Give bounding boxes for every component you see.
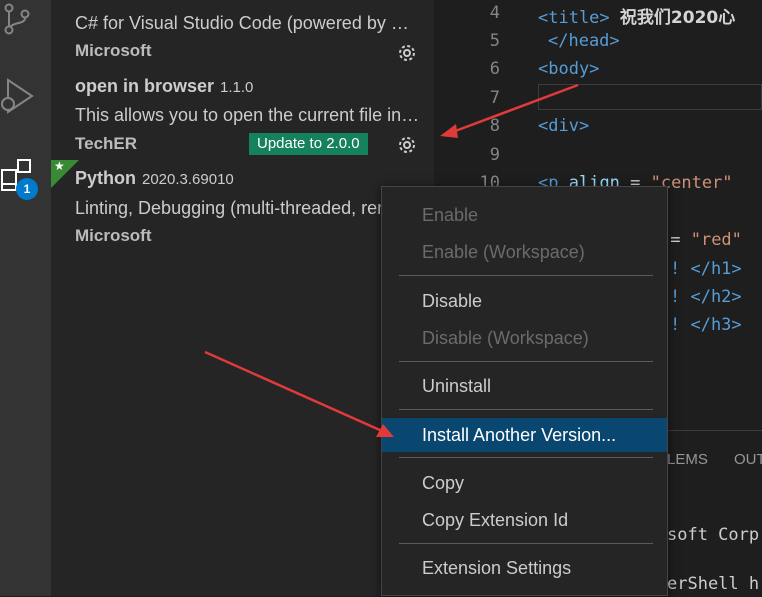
extension-description: This allows you to open the current file… [75, 105, 420, 125]
tab-output[interactable]: OUT [734, 451, 762, 468]
line-number: 7 [489, 88, 500, 108]
code-line: = "red" [660, 230, 742, 250]
tab-problems[interactable]: LEMS [667, 451, 708, 468]
code-line: <div> [538, 116, 590, 136]
code-line: </head> [548, 31, 620, 51]
extension-name-text: open in browser [75, 76, 215, 96]
extension-item-open-in-browser[interactable]: open in browser 1.1.0 This allows you to … [51, 76, 434, 168]
extension-description: Linting, Debugging (multi-threaded, remo… [75, 198, 420, 218]
extension-publisher: Microsoft [75, 226, 152, 245]
extension-version: 2020.3.69010 [142, 171, 234, 188]
extension-name: open in browser 1.1.0 [75, 76, 253, 97]
menu-item-copy-extension-id[interactable]: Copy Extension Id [382, 503, 667, 537]
code-line: <body> [538, 59, 600, 79]
extension-name-text: Python [75, 168, 136, 188]
menu-item-copy[interactable]: Copy [382, 466, 667, 500]
extension-publisher: Microsoft [75, 41, 152, 60]
extension-item-python[interactable]: Python 2020.3.69010 Linting, Debugging (m… [51, 168, 434, 260]
current-line-highlight [538, 84, 762, 110]
extension-name: C# [75, 0, 98, 5]
menu-item-enable-workspace[interactable]: Enable (Workspace) [382, 235, 667, 269]
source-control-icon[interactable] [0, 0, 51, 48]
line-number: 9 [489, 145, 500, 165]
terminal-line: erShell h [667, 574, 760, 594]
line-number: 6 [489, 59, 500, 79]
menu-separator [399, 409, 653, 410]
activity-bar: 1 [0, 0, 51, 596]
update-button[interactable]: Update to 2.0.0 [249, 133, 368, 155]
code-line: ! </h2> [670, 287, 742, 307]
code-line: <title> 祝我们2020心 [538, 8, 736, 28]
code-line: ! </h3> [670, 315, 742, 335]
extension-item-csharp[interactable]: C# C# for Visual Studio Code (powered by… [51, 0, 434, 78]
menu-separator [399, 543, 653, 544]
extension-context-menu: Enable Enable (Workspace) Disable Disabl… [381, 186, 668, 596]
extensions-sidebar: C# C# for Visual Studio Code (powered by… [51, 0, 434, 596]
menu-separator [399, 361, 653, 362]
menu-separator [399, 457, 653, 458]
menu-item-uninstall[interactable]: Uninstall [382, 369, 667, 403]
menu-item-enable[interactable]: Enable [382, 198, 667, 232]
line-number: 5 [489, 31, 500, 51]
menu-separator [399, 275, 653, 276]
menu-item-disable-workspace[interactable]: Disable (Workspace) [382, 321, 667, 355]
terminal-line: soft Corp [667, 525, 760, 545]
code-line: ! </h1> [670, 259, 742, 279]
run-debug-icon[interactable] [0, 74, 51, 122]
extension-description: C# for Visual Studio Code (powered by Om… [75, 13, 420, 33]
line-number: 4 [489, 3, 500, 23]
gear-icon[interactable] [396, 42, 418, 64]
line-number: 8 [489, 116, 500, 136]
menu-item-extension-settings[interactable]: Extension Settings [382, 551, 667, 585]
extension-name: Python 2020.3.69010 [75, 168, 234, 189]
extension-publisher: TechER [75, 134, 138, 153]
extension-version: 1.1.0 [220, 79, 254, 96]
menu-item-install-another-version[interactable]: Install Another Version... [382, 418, 667, 452]
menu-item-disable[interactable]: Disable [382, 284, 667, 318]
gear-icon[interactable] [396, 134, 418, 156]
extensions-badge: 1 [16, 178, 38, 200]
